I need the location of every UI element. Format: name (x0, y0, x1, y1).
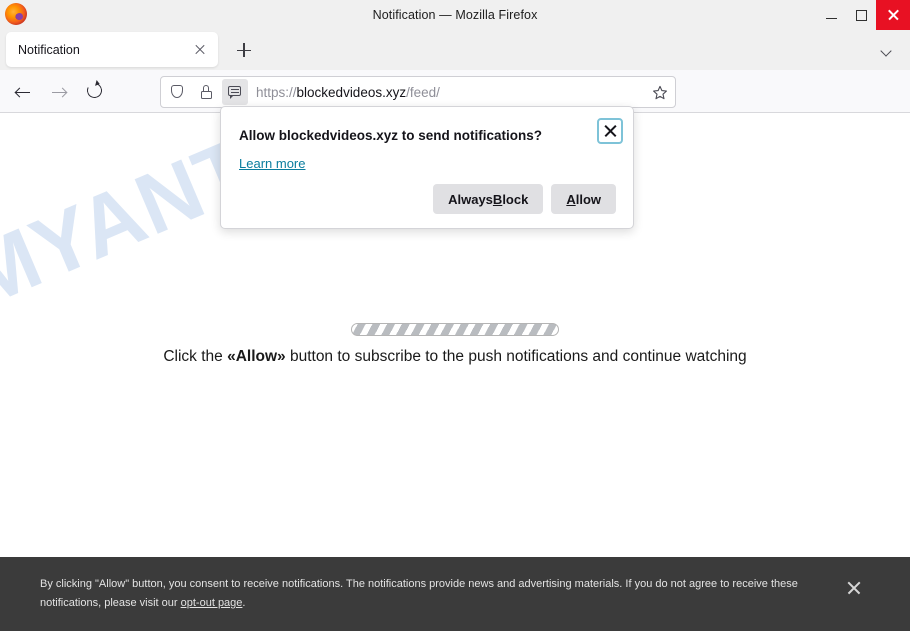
loader-section: Click the «Allow» button to subscribe to… (0, 323, 910, 366)
always-block-suffix: lock (502, 191, 529, 207)
popup-title: Allow blockedvideos.xyz to send notifica… (239, 128, 543, 143)
always-block-button[interactable]: Always Block (433, 184, 544, 214)
consent-text-part1: By clicking "Allow" button, you consent … (40, 578, 798, 609)
tab-strip: Notification (0, 30, 910, 70)
url-path: /feed/ (406, 84, 440, 100)
arrow-left-icon (14, 85, 30, 99)
popup-actions: Always Block Allow (433, 184, 616, 214)
browser-tab[interactable]: Notification (6, 32, 218, 67)
popup-close-button[interactable] (597, 118, 623, 144)
url-text[interactable]: https://blockedvideos.xyz/feed/ (256, 85, 440, 100)
star-icon (653, 85, 667, 100)
notification-bubble-icon (228, 86, 241, 99)
chevron-down-icon (880, 45, 892, 57)
allow-button[interactable]: Allow (551, 184, 616, 214)
consent-close-icon[interactable] (846, 579, 864, 597)
always-block-prefix: Always (448, 191, 493, 207)
arrow-right-icon (52, 85, 68, 99)
allow-suffix: llow (575, 191, 601, 207)
reload-button[interactable] (82, 78, 110, 106)
browser-window: Notification — Mozilla Firefox Notificat… (0, 0, 910, 631)
window-title: Notification — Mozilla Firefox (372, 8, 538, 22)
learn-more-link[interactable]: Learn more (239, 156, 305, 171)
notification-permission-button[interactable] (222, 79, 248, 105)
url-host: blockedvideos.xyz (296, 84, 407, 100)
instruction-suffix: button to subscribe to the push notifica… (285, 348, 747, 365)
consent-bar: By clicking "Allow" button, you consent … (0, 557, 910, 631)
bookmark-button[interactable] (647, 80, 673, 106)
instruction-bold: «Allow» (227, 348, 286, 365)
shield-icon (171, 85, 183, 98)
url-scheme: https:// (256, 84, 297, 100)
notification-permission-popup: Allow blockedvideos.xyz to send notifica… (220, 106, 634, 229)
address-bar[interactable]: https://blockedvideos.xyz/feed/ (160, 76, 676, 108)
consent-text-part2: . (242, 597, 246, 609)
minimize-button[interactable] (816, 0, 846, 30)
tab-label: Notification (18, 42, 80, 57)
allow-accesskey: A (566, 191, 576, 207)
instruction-message: Click the «Allow» button to subscribe to… (163, 348, 746, 366)
reload-icon (84, 80, 105, 101)
opt-out-link[interactable]: opt-out page (181, 597, 243, 609)
always-block-accesskey: B (492, 191, 503, 207)
title-bar: Notification — Mozilla Firefox (0, 0, 910, 30)
site-identity-button[interactable] (193, 79, 219, 105)
new-tab-button[interactable] (230, 37, 258, 63)
maximize-button[interactable] (846, 0, 876, 30)
tab-close-icon[interactable] (189, 39, 211, 61)
instruction-prefix: Click the (163, 348, 228, 365)
list-all-tabs-button[interactable] (874, 38, 900, 62)
forward-button[interactable] (46, 78, 74, 106)
tracking-protection-button[interactable] (164, 79, 190, 105)
window-controls (816, 0, 910, 30)
consent-text: By clicking "Allow" button, you consent … (40, 575, 840, 613)
striped-progress-bar-icon (351, 323, 559, 336)
close-window-button[interactable] (876, 0, 910, 30)
back-button[interactable] (10, 78, 38, 106)
